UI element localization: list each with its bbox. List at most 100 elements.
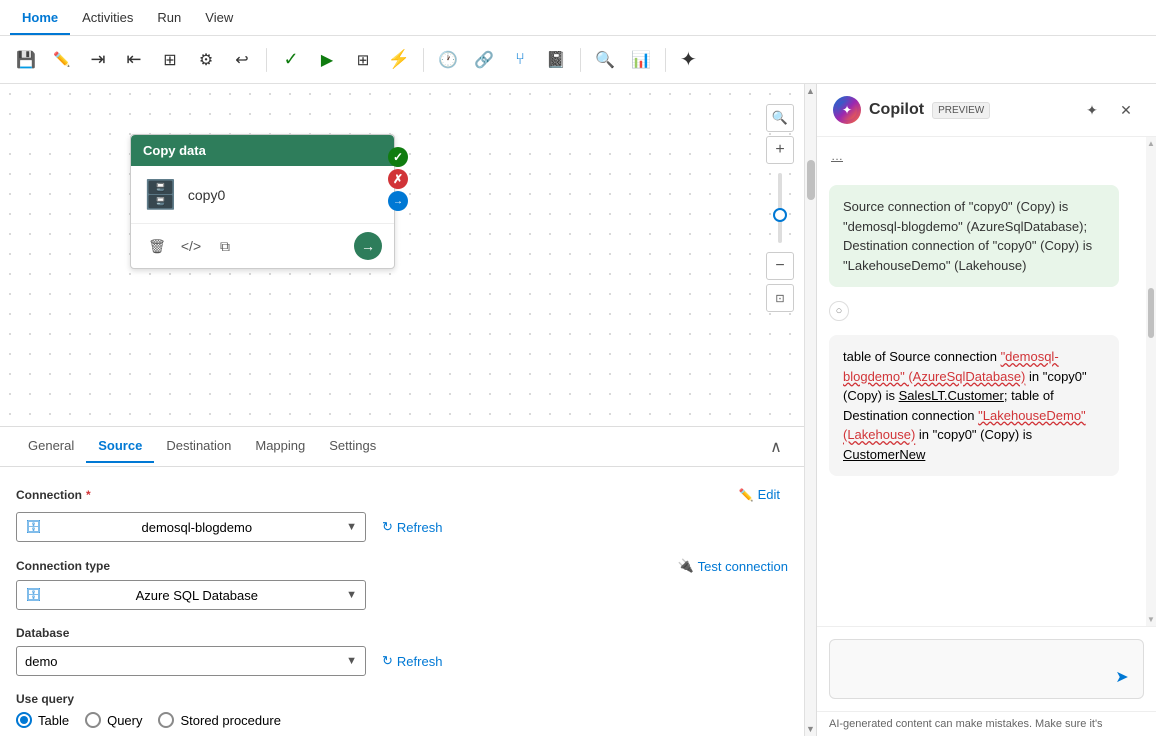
connection-type-dropdown-icon: ▼ — [346, 589, 357, 601]
zoom-thumb[interactable] — [773, 208, 787, 222]
msg-part-1: table of Source connection — [843, 349, 1001, 364]
menu-run[interactable]: Run — [145, 2, 193, 35]
assistant-message-1: Source connection of "copy0" (Copy) is "… — [829, 185, 1119, 287]
connection-type-label: Connection type 🔌 Test connection — [16, 558, 788, 574]
tab-settings[interactable]: Settings — [317, 430, 388, 463]
canvas-scroll-thumb[interactable] — [807, 160, 815, 200]
database-dropdown-icon: ▼ — [346, 655, 357, 667]
status-arrow-icon: → — [388, 191, 408, 211]
msg-part-4: in "copy0" (Copy) is — [915, 427, 1032, 442]
user-message-1: table of Source connection "demosql-blog… — [829, 335, 1119, 476]
tab-general[interactable]: General — [16, 430, 86, 463]
database-select[interactable]: demo ▼ — [16, 646, 366, 676]
database-refresh-button[interactable]: ↻ Refresh — [374, 649, 450, 673]
copilot-logo-icon: ✦ — [833, 96, 861, 124]
code-activity-button[interactable]: </> — [177, 232, 205, 260]
tab-source[interactable]: Source — [86, 430, 154, 463]
radio-query[interactable]: Query — [85, 712, 142, 728]
arrow-activity-button[interactable]: → — [354, 232, 382, 260]
copilot-input-box[interactable] — [829, 639, 1144, 699]
settings-button[interactable]: ⚙ — [190, 44, 222, 76]
connect-button[interactable]: 🔗 — [468, 44, 500, 76]
validate-button[interactable]: ✓ — [275, 44, 307, 76]
outdent-button[interactable]: ⇥ — [118, 44, 150, 76]
fit-button[interactable]: ⊞ — [154, 44, 186, 76]
tab-mapping[interactable]: Mapping — [243, 430, 317, 463]
copilot-disclaimer: AI-generated content can make mistakes. … — [817, 711, 1156, 736]
database-refresh-icon: ↻ — [382, 653, 393, 669]
connection-dropdown-icon: ▼ — [346, 521, 357, 533]
copy-data-card: Copy data ✓ ✗ → 🗄️ copy0 🗑 </> ⧉ → — [130, 134, 395, 269]
edit-button[interactable]: ✏️ — [46, 44, 78, 76]
toolbar-separator-1 — [266, 48, 267, 72]
indent-button[interactable]: ⇥ — [82, 44, 114, 76]
branch-button[interactable]: ⑂ — [504, 44, 536, 76]
msg-underline-1: SalesLT.Customer — [899, 388, 1004, 403]
tab-destination[interactable]: Destination — [154, 430, 243, 463]
copilot-header: ✦ Copilot PREVIEW ✦ ✕ — [817, 84, 1156, 137]
connection-type-select[interactable]: 🗄 Azure SQL Database ▼ — [16, 580, 366, 610]
refresh-icon: ↻ — [382, 519, 393, 535]
save-button[interactable]: 💾 — [10, 44, 42, 76]
zoom-out-button[interactable]: − — [766, 252, 794, 280]
edit-connection-button[interactable]: ✏️ Edit — [731, 483, 788, 506]
notebook-button[interactable]: 📓 — [540, 44, 572, 76]
menu-bar: Home Activities Run View — [0, 0, 1156, 36]
trigger-button[interactable]: ⚡ — [383, 44, 415, 76]
copy-data-header: Copy data ✓ ✗ → — [131, 135, 394, 166]
undo-button[interactable]: ↩ — [226, 44, 258, 76]
connection-control-row: 🗄 demosql-blogdemo ▼ ↻ Refresh — [16, 512, 788, 542]
fit-screen-button[interactable]: ⊡ — [766, 284, 794, 312]
copilot-body: … Source connection of "copy0" (Copy) is… — [817, 137, 1156, 626]
radio-stored-procedure[interactable]: Stored procedure — [158, 712, 280, 728]
required-star: * — [86, 488, 91, 502]
scroll-more-btn[interactable]: ○ — [829, 301, 849, 321]
connection-type-db-icon: 🗄 — [25, 587, 42, 603]
monitor-button[interactable]: 📊 — [625, 44, 657, 76]
copy-data-name: copy0 — [188, 187, 225, 203]
radio-stored-procedure-circle — [158, 712, 174, 728]
copilot-messages: … Source connection of "copy0" (Copy) is… — [817, 137, 1146, 626]
copilot-preview-badge: PREVIEW — [932, 102, 990, 119]
panel-close-button[interactable]: ∧ — [764, 435, 788, 459]
copilot-scroll-up[interactable]: ▲ — [1147, 139, 1155, 148]
database-control-row: demo ▼ ↻ Refresh — [16, 646, 788, 676]
canvas-scroll-down[interactable]: ▼ — [806, 724, 815, 734]
canvas-area: 🔍 + − ⊡ Copy data ✓ ✗ → — [0, 84, 804, 736]
copilot-scrollbar[interactable]: ▲ ▼ — [1146, 137, 1156, 626]
search-button[interactable]: 🔍 — [589, 44, 621, 76]
test-connection-button[interactable]: 🔌 Test connection — [677, 558, 788, 574]
copilot-wand-button[interactable]: ✦ — [1078, 96, 1106, 124]
copilot-scroll-down[interactable]: ▼ — [1147, 615, 1155, 624]
delete-activity-button[interactable]: 🗑 — [143, 232, 171, 260]
zoom-in-button[interactable]: + — [766, 136, 794, 164]
copilot-scroll-thumb[interactable] — [1148, 288, 1154, 338]
previous-message-partial: … — [829, 149, 1134, 173]
history-button[interactable]: 🕐 — [432, 44, 464, 76]
destination-conn-label: Destination connection of "copy0" (Copy)… — [843, 238, 1092, 273]
zoom-search-btn[interactable]: 🔍 — [766, 104, 794, 132]
send-button[interactable]: ➤ — [1108, 663, 1136, 691]
radio-table[interactable]: Table — [16, 712, 69, 728]
copilot-close-button[interactable]: ✕ — [1112, 96, 1140, 124]
menu-activities[interactable]: Activities — [70, 2, 145, 35]
run-button[interactable]: ▶ — [311, 44, 343, 76]
properties-content: Connection * ✏️ Edit 🗄 demosql-blogd — [0, 467, 804, 736]
pipeline-canvas[interactable]: 🔍 + − ⊡ Copy data ✓ ✗ → — [0, 84, 804, 426]
connection-select[interactable]: 🗄 demosql-blogdemo ▼ — [16, 512, 366, 542]
table-button[interactable]: ⊞ — [347, 44, 379, 76]
copilot-input-wrapper: ➤ — [829, 639, 1144, 699]
edit-pencil-icon: ✏️ — [739, 488, 754, 502]
menu-home[interactable]: Home — [10, 2, 70, 35]
copilot-button[interactable]: ✦ — [674, 44, 703, 76]
copilot-panel: ✦ Copilot PREVIEW ✦ ✕ … Source connectio… — [816, 84, 1156, 736]
menu-view[interactable]: View — [193, 2, 245, 35]
radio-query-circle — [85, 712, 101, 728]
canvas-scroll-up[interactable]: ▲ — [806, 86, 815, 96]
assistant-message-text: Source connection of "copy0" (Copy) is "… — [843, 199, 1087, 234]
connection-refresh-button[interactable]: ↻ Refresh — [374, 515, 450, 539]
canvas-scrollbar[interactable]: ▲ ▼ — [804, 84, 816, 736]
copy-activity-button[interactable]: ⧉ — [211, 232, 239, 260]
connection-db-icon: 🗄 — [25, 519, 42, 535]
copilot-header-actions: ✦ ✕ — [1078, 96, 1140, 124]
